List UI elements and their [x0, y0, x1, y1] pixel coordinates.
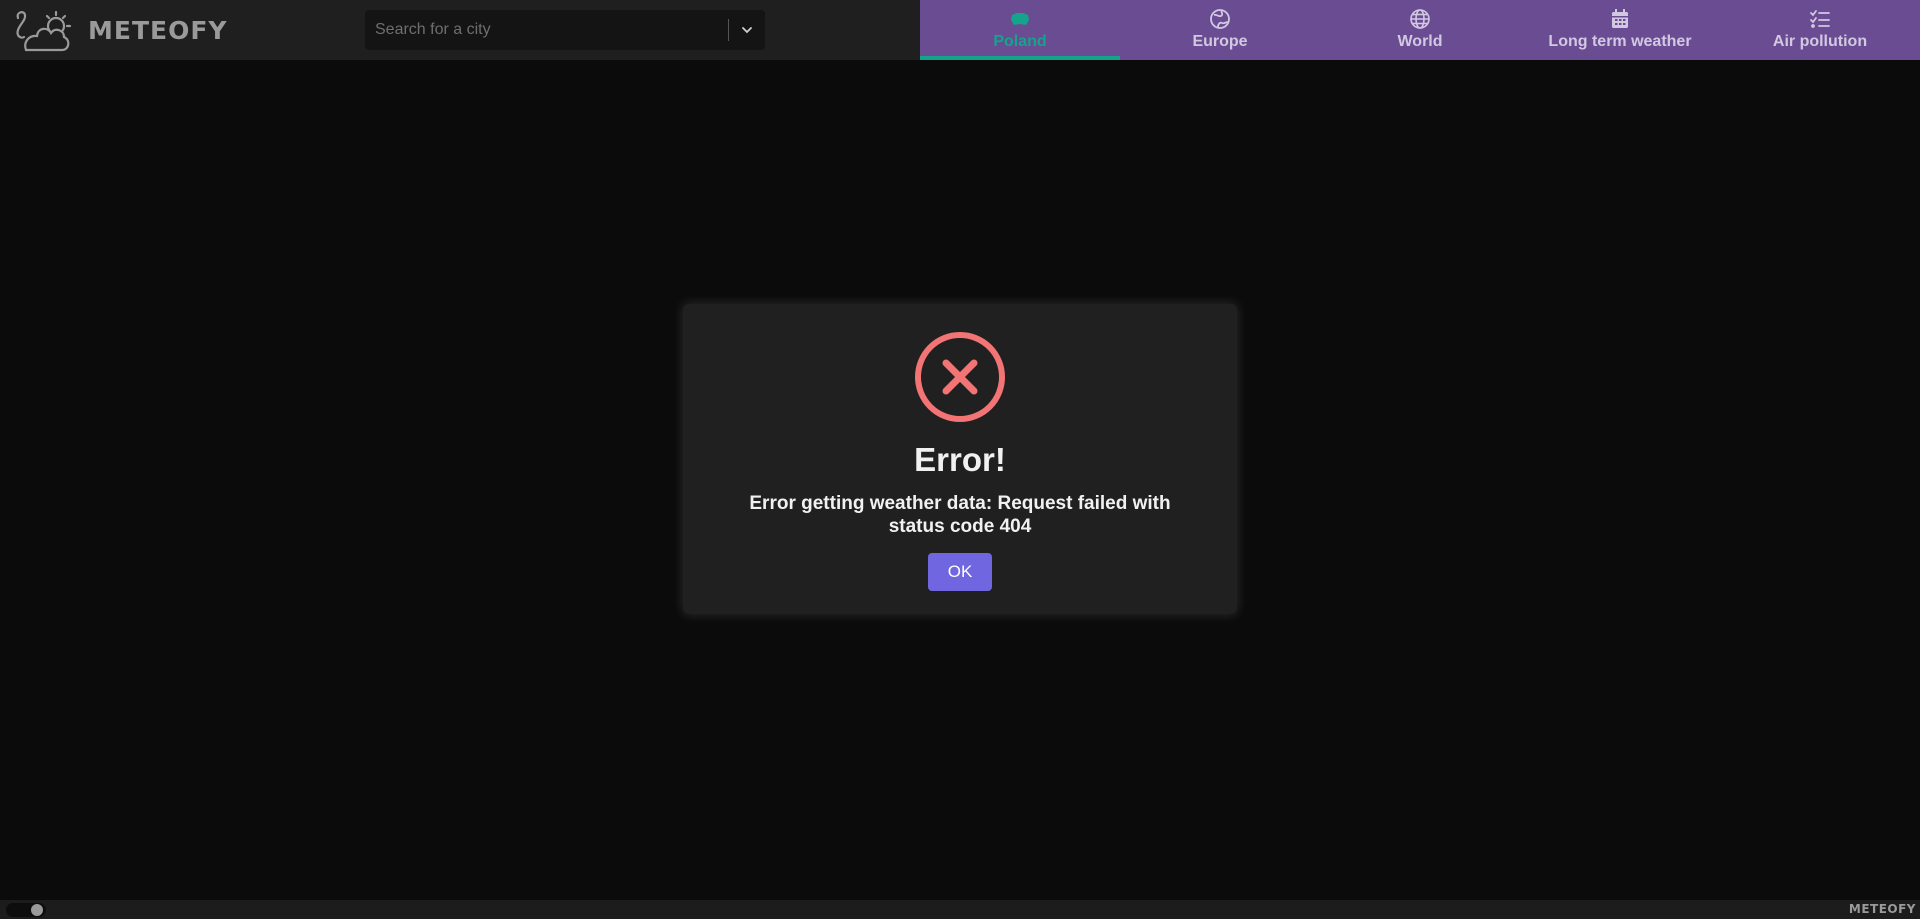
chevron-down-icon[interactable]: [729, 10, 765, 50]
globe-icon: [1409, 8, 1431, 30]
app-logo[interactable]: METEOFY: [12, 6, 228, 54]
cloud-sun-icon: [12, 6, 82, 54]
top-bar: METEOFY Poland: [0, 0, 1920, 60]
poland-map-icon: [1009, 8, 1031, 30]
footer: METEOFY: [0, 900, 1920, 919]
earth-europe-icon: [1209, 8, 1231, 30]
tab-europe[interactable]: Europe: [1120, 0, 1320, 60]
ok-button[interactable]: OK: [928, 553, 992, 591]
footer-logo: METEOFY: [1848, 902, 1916, 916]
theme-toggle[interactable]: [6, 903, 46, 917]
error-dialog: Error! Error getting weather data: Reque…: [683, 304, 1237, 614]
calendar-icon: [1609, 8, 1631, 30]
tab-label: Poland: [993, 33, 1047, 50]
tab-label: Europe: [1192, 33, 1248, 50]
dialog-title: Error!: [914, 441, 1006, 478]
tab-world[interactable]: World: [1320, 0, 1520, 60]
error-x-icon: [914, 331, 1006, 428]
tab-long-term-weather[interactable]: Long term weather: [1520, 0, 1720, 60]
main-nav: Poland Europe World Long term weather Ai…: [920, 0, 1920, 60]
tab-poland[interactable]: Poland: [920, 0, 1120, 60]
city-search: [365, 10, 765, 50]
tab-label: Long term weather: [1548, 33, 1692, 50]
list-check-icon: [1809, 8, 1831, 30]
dialog-message: Error getting weather data: Request fail…: [749, 493, 1171, 537]
logo-text: METEOFY: [88, 15, 228, 45]
toggle-knob: [31, 904, 43, 916]
tab-label: Air pollution: [1772, 33, 1868, 50]
tab-label: World: [1397, 33, 1443, 50]
search-input[interactable]: [365, 10, 728, 50]
tab-air-pollution[interactable]: Air pollution: [1720, 0, 1920, 60]
